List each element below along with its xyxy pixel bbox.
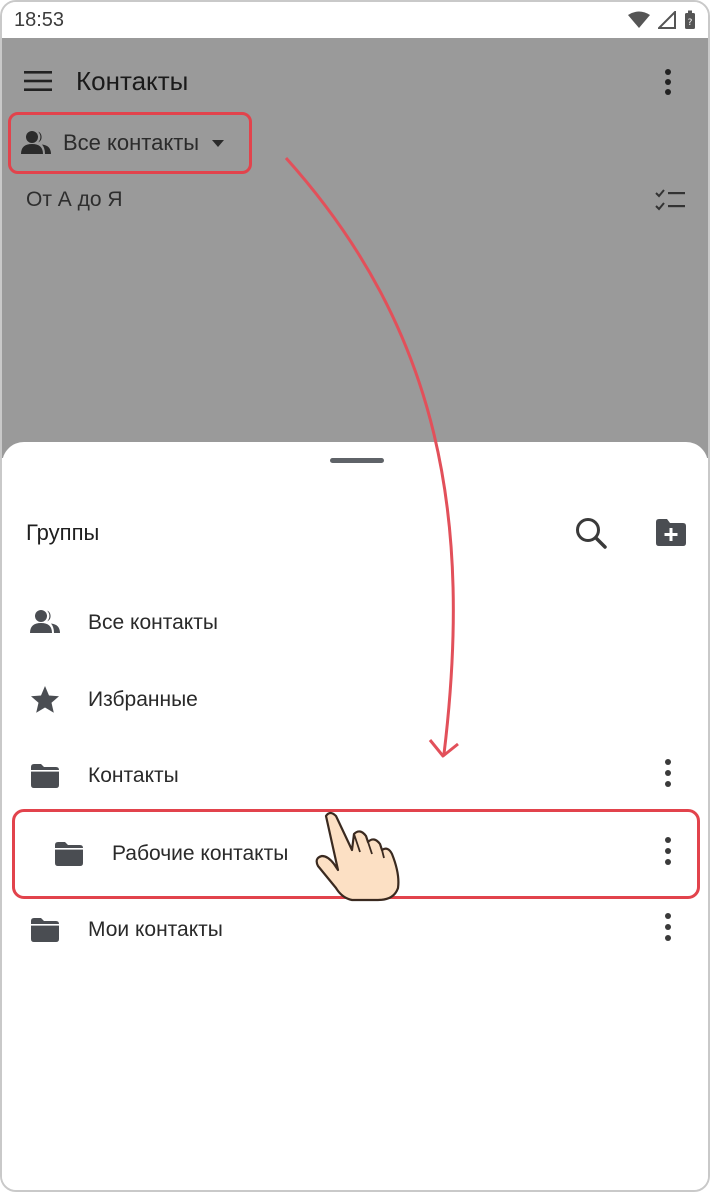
system-icons: ? xyxy=(628,10,696,30)
dropdown-arrow-icon xyxy=(212,140,225,147)
group-item-label: Все контакты xyxy=(88,611,218,634)
group-item-label: Контакты xyxy=(88,764,179,787)
group-item-contacts[interactable]: Контакты xyxy=(2,744,708,808)
more-vert-icon[interactable] xyxy=(658,836,678,866)
svg-text:?: ? xyxy=(688,18,693,28)
folder-icon xyxy=(55,842,83,866)
people-icon xyxy=(21,131,51,154)
checklist-icon[interactable] xyxy=(654,188,686,214)
group-item-all-contacts[interactable]: Все контакты xyxy=(2,591,708,655)
people-icon xyxy=(30,610,60,633)
group-item-label: Избранные xyxy=(88,688,198,711)
signal-icon xyxy=(658,11,676,29)
tap-hand-icon xyxy=(315,811,400,902)
app-title: Контакты xyxy=(76,66,189,96)
status-bar: 18:53 ? xyxy=(2,2,708,38)
sort-order-label[interactable]: От А до Я xyxy=(26,188,123,212)
more-vert-icon[interactable] xyxy=(658,912,678,942)
all-contacts-filter-button[interactable]: Все контакты xyxy=(8,112,252,174)
star-icon xyxy=(31,686,59,713)
battery-icon: ? xyxy=(685,10,695,29)
wifi-icon xyxy=(628,11,650,28)
group-item-label: Рабочие контакты xyxy=(112,842,289,865)
search-icon[interactable] xyxy=(574,516,608,550)
sheet-drag-handle[interactable] xyxy=(330,458,384,463)
folder-icon xyxy=(31,918,59,942)
status-time: 18:53 xyxy=(14,8,65,31)
group-item-label: Мои контакты xyxy=(88,918,223,941)
add-folder-icon[interactable] xyxy=(654,516,688,548)
group-item-favorites[interactable]: Избранные xyxy=(2,668,708,732)
hamburger-menu-icon[interactable] xyxy=(24,70,52,92)
more-vert-icon[interactable] xyxy=(658,758,678,788)
filter-label: Все контакты xyxy=(63,130,200,155)
contacts-app-dimmed: Контакты Все контакты От А до Я xyxy=(2,38,708,458)
device-frame: 18:53 ? Контакты Все контакты От А до Я … xyxy=(0,0,710,1192)
group-item-my-contacts[interactable]: Мои контакты xyxy=(2,898,708,962)
more-vert-icon[interactable] xyxy=(656,68,680,96)
sheet-title: Группы xyxy=(26,520,100,545)
folder-icon xyxy=(31,764,59,788)
